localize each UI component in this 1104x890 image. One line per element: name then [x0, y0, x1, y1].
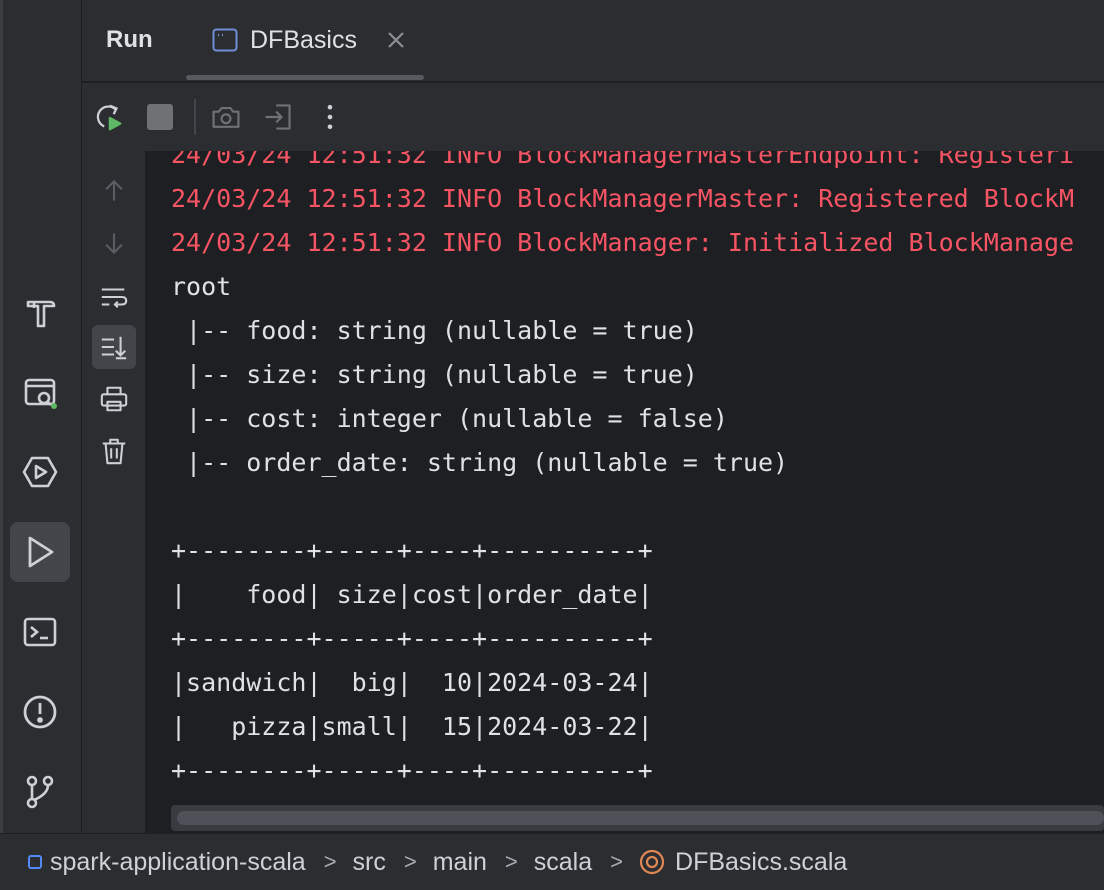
scala-object-icon: [639, 849, 665, 875]
run-icon[interactable]: [10, 522, 70, 582]
breadcrumb-src[interactable]: src: [353, 848, 386, 877]
module-icon: [28, 855, 42, 869]
breadcrumb-file[interactable]: DFBasics.scala: [639, 848, 847, 877]
breadcrumb-scala[interactable]: scala: [534, 848, 592, 877]
services-icon[interactable]: [10, 362, 70, 422]
horizontal-scrollbar[interactable]: [171, 805, 1104, 831]
navigation-bar: spark-application-scala > src > main > s…: [0, 833, 1104, 890]
rerun-icon[interactable]: [90, 99, 126, 135]
console-output-line: +--------+-----+----+----------+: [171, 536, 653, 565]
console-log-line: 24/03/24 12:51:32 INFO BlockManager: Ini…: [171, 228, 1075, 257]
tab-selected-indicator: [186, 75, 424, 80]
console-output-line: | pizza|small| 15|2024-03-22|: [171, 712, 653, 741]
tab-dfbasics[interactable]: DFBasics: [186, 0, 424, 82]
up-arrow-icon[interactable]: [92, 169, 136, 213]
console-output-line: | food| size|cost|order_date|: [171, 580, 653, 609]
soft-wrap-icon[interactable]: [92, 275, 136, 319]
breadcrumb-label: spark-application-scala: [50, 847, 306, 876]
clear-icon[interactable]: [92, 429, 136, 473]
breadcrumb-label: DFBasics.scala: [675, 847, 848, 876]
breadcrumb-label: scala: [533, 847, 593, 876]
console-output-line: |-- cost: integer (nullable = false): [171, 404, 728, 433]
chevron-right-icon: >: [323, 849, 337, 874]
breadcrumb-main[interactable]: main: [433, 848, 487, 877]
toolbar-divider: [194, 99, 196, 135]
console-output[interactable]: 24/03/24 12:51:32 INFO BlockManagerMaste…: [147, 151, 1104, 833]
console-log-line: 24/03/24 12:51:32 INFO BlockManagerMaste…: [171, 184, 1075, 213]
attach-icon[interactable]: [260, 99, 296, 135]
stop-icon[interactable]: [142, 99, 178, 135]
debug-icon[interactable]: [10, 442, 70, 502]
chevron-right-icon: >: [403, 849, 417, 874]
tab-label: DFBasics: [250, 26, 357, 54]
console-output-line: |-- food: string (nullable = true): [171, 316, 698, 345]
build-icon[interactable]: [10, 282, 70, 342]
console-log-line: 24/03/24 12:51:32 INFO BlockManagerMaste…: [171, 151, 1075, 169]
git-icon[interactable]: [10, 762, 70, 822]
chevron-right-icon: >: [504, 849, 518, 874]
run-title: Run: [106, 26, 153, 53]
down-arrow-icon[interactable]: [92, 221, 136, 265]
more-icon[interactable]: [312, 99, 348, 135]
tool-window-strip: [0, 0, 82, 833]
console-actions: [82, 151, 146, 833]
window-icon: [212, 28, 238, 52]
console-output-line: +--------+-----+----+----------+: [171, 756, 653, 785]
screenshot-icon[interactable]: [208, 99, 244, 135]
console-lines: 24/03/24 12:51:32 INFO BlockManagerMaste…: [171, 151, 1074, 793]
problems-icon[interactable]: [10, 682, 70, 742]
chevron-right-icon: >: [610, 849, 624, 874]
console-output-line: |-- size: string (nullable = true): [171, 360, 698, 389]
console-output-line: |sandwich| big| 10|2024-03-24|: [171, 668, 653, 697]
scroll-to-end-icon[interactable]: [92, 325, 136, 369]
run-toolbar: [82, 83, 1104, 151]
terminal-icon[interactable]: [10, 602, 70, 662]
console-output-line: |-- order_date: string (nullable = true): [171, 448, 789, 477]
breadcrumb-label: src: [352, 847, 386, 876]
console-output-line: +--------+-----+----+----------+: [171, 624, 653, 653]
print-icon[interactable]: [92, 377, 136, 421]
close-icon[interactable]: [384, 28, 408, 52]
breadcrumb-project[interactable]: spark-application-scala: [28, 848, 306, 877]
breadcrumb-label: main: [432, 847, 487, 876]
run-tool-window-header: Run DFBasics: [82, 0, 1104, 82]
console-output-line: root: [171, 272, 232, 301]
